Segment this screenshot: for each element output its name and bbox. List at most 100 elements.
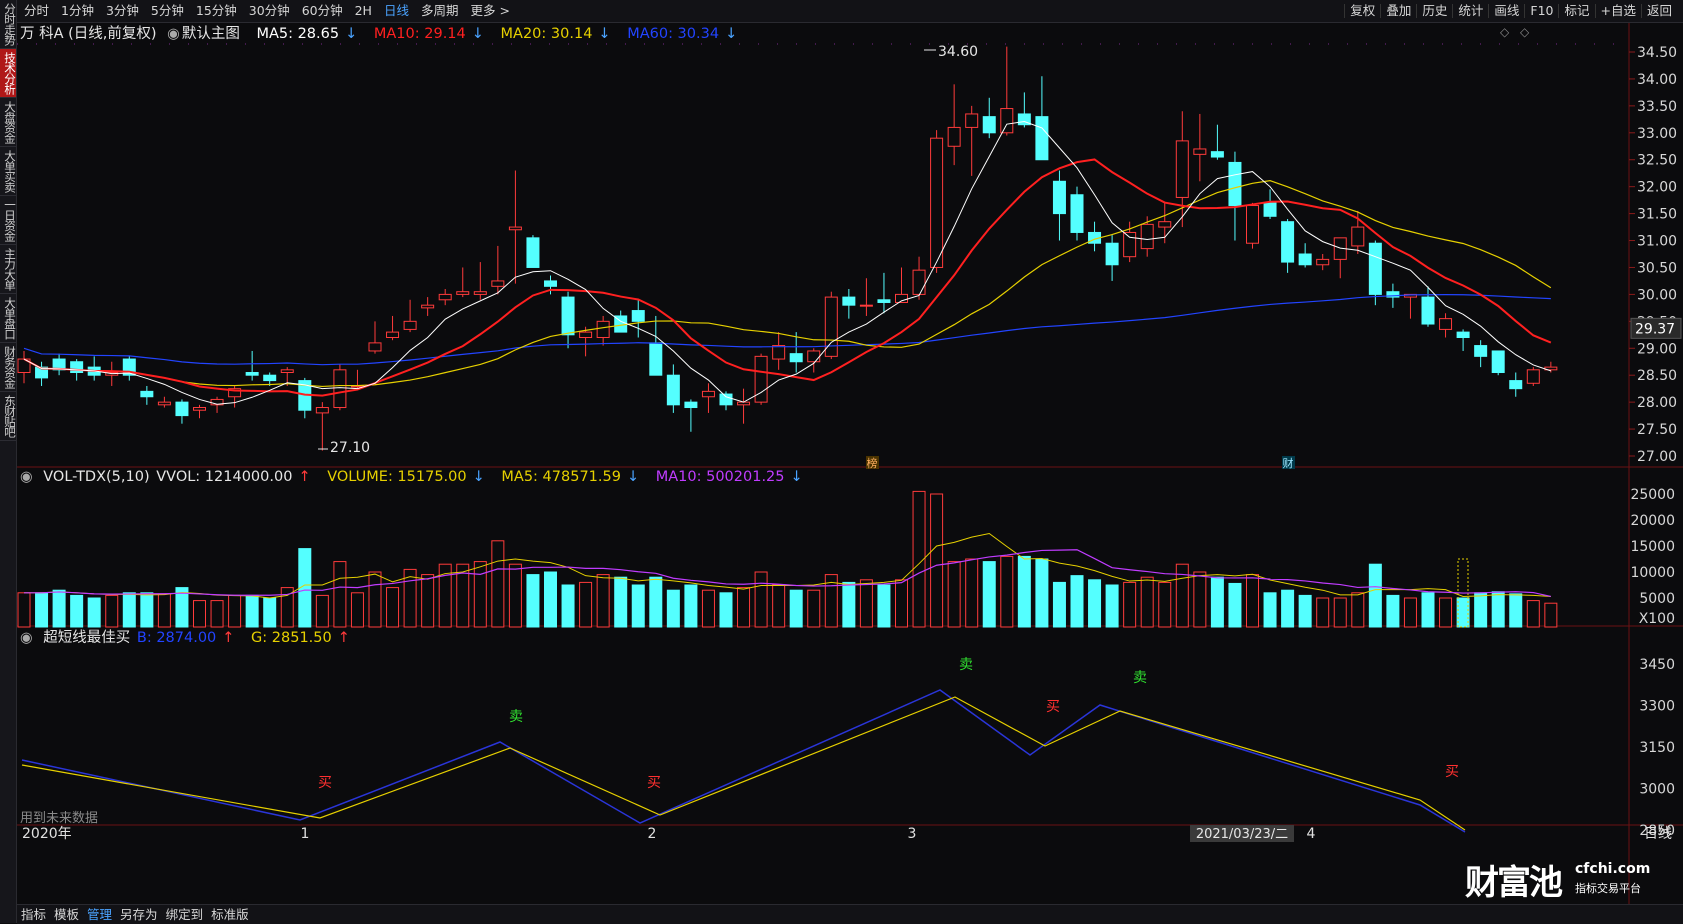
period-tab[interactable]: 30分钟 — [243, 0, 296, 22]
candle-body — [491, 280, 505, 287]
vol-tick-label: 20000 — [1630, 513, 1675, 529]
period-tab[interactable]: 更多 > — [464, 0, 515, 22]
bottom-tab[interactable]: 另存为 — [116, 905, 162, 924]
candle-body — [1158, 221, 1172, 228]
candle-body — [579, 331, 593, 338]
period-tab[interactable]: 15分钟 — [190, 0, 243, 22]
period-tab[interactable]: 1分钟 — [55, 0, 100, 22]
ma10-line — [23, 158, 1552, 397]
volume-bar — [1351, 592, 1365, 628]
toolbar-button[interactable]: 标记 — [1558, 4, 1594, 18]
candle-body — [193, 407, 206, 411]
volume-bar — [754, 571, 768, 628]
volume-bar — [263, 597, 277, 628]
side-tab[interactable]: 技术分析 — [0, 49, 17, 98]
period-tab[interactable]: 多周期 — [415, 0, 465, 22]
toolbar-button[interactable]: 叠加 — [1380, 4, 1416, 18]
period-tab[interactable]: 分时 — [18, 0, 55, 22]
indicator-signal: 卖 — [509, 709, 523, 725]
bottom-tab[interactable]: 管理 — [83, 905, 116, 924]
vol-tick-label: X100 — [1639, 611, 1675, 627]
toolbar-button[interactable]: 统计 — [1452, 4, 1488, 18]
kline-chart[interactable]: 34.50 34.00 33.50 33.00 32.50 32.00 31.50 31.00… — [17, 23, 1683, 904]
volume-bar — [1070, 575, 1084, 628]
candle-body — [912, 269, 926, 295]
toolbar-button[interactable]: 历史 — [1416, 4, 1452, 18]
side-tab[interactable]: 大单买卖 — [0, 147, 17, 196]
volume-bar — [350, 592, 364, 628]
volume-bar — [719, 592, 733, 628]
toolbar-button[interactable]: +自选 — [1594, 4, 1641, 18]
bottom-tab[interactable]: 绑定到 — [162, 905, 208, 924]
volume-bar — [368, 571, 382, 628]
indicator-signal: 卖 — [1133, 670, 1147, 686]
volume-bar — [1421, 592, 1435, 628]
candle-body — [508, 226, 522, 231]
candle-body — [1368, 242, 1382, 295]
volume-bar — [842, 581, 856, 628]
period-tab[interactable]: 3分钟 — [100, 0, 145, 22]
price-tick-label: 28.00 — [1637, 395, 1677, 411]
toolbar-button[interactable]: 画线 — [1488, 4, 1524, 18]
period-tab[interactable]: 5分钟 — [145, 0, 190, 22]
volume-bar — [1193, 571, 1207, 628]
toolbar-button[interactable]: 返回 — [1640, 4, 1677, 18]
volume-bar — [1439, 597, 1453, 628]
candle-body — [1035, 116, 1049, 161]
volume-bar — [1509, 593, 1523, 628]
price-tick-label: 34.00 — [1637, 72, 1677, 88]
side-tab[interactable]: 大盘资金 — [0, 98, 17, 147]
volume-bar — [105, 594, 119, 628]
period-tab[interactable]: 2H — [349, 0, 378, 22]
side-tab[interactable]: 财务资金 — [0, 343, 17, 392]
bottom-tab[interactable]: 标准版 — [207, 905, 253, 924]
bottom-tab[interactable]: 模板 — [50, 905, 83, 924]
price-tick-label: 33.00 — [1637, 126, 1677, 142]
bottom-tab[interactable]: 指标 — [17, 905, 50, 924]
candle-body — [544, 280, 557, 287]
price-tick-label: 27.50 — [1637, 422, 1677, 438]
candle-body — [596, 320, 610, 338]
toolbar-button[interactable]: F10 — [1524, 4, 1558, 18]
volume-bar — [140, 592, 154, 628]
indicator-tick-label: 3450 — [1639, 657, 1675, 673]
candle-body — [1193, 148, 1207, 155]
volume-bar — [35, 592, 49, 628]
volume-bar — [684, 584, 698, 628]
side-tab[interactable]: 东财贴吧 — [0, 392, 17, 441]
side-tab[interactable]: 大单盘口 — [0, 294, 17, 343]
period-tab[interactable]: 日线 — [378, 0, 415, 22]
candle-body — [982, 116, 996, 134]
volume-bar — [1456, 597, 1470, 628]
volume-bar — [1017, 555, 1031, 628]
volume-bar — [544, 571, 557, 628]
volume-bar — [52, 589, 66, 628]
volume-bar — [649, 576, 663, 628]
candle-body — [649, 342, 663, 376]
candle-body — [1316, 258, 1330, 266]
candle-body — [421, 304, 435, 309]
month-label: 4 — [1307, 826, 1316, 842]
logo-site: cfchi.com — [1575, 861, 1651, 877]
vol-ma10-line — [24, 549, 1551, 598]
volume-bar — [1281, 589, 1295, 628]
current-price-label: 29.37 — [1635, 321, 1675, 337]
side-tab[interactable]: 分时走势 — [0, 0, 17, 49]
volume-bar — [877, 584, 891, 628]
candle-body — [403, 320, 417, 330]
candle-body — [1263, 202, 1277, 217]
volume-bar — [17, 592, 31, 628]
indicator-signal: 买 — [647, 775, 661, 791]
side-tab[interactable]: 主力大单 — [0, 245, 17, 294]
side-tab[interactable]: 一日资金 — [0, 196, 17, 245]
indicator-signal: 买 — [1046, 699, 1060, 715]
volume-bar — [228, 594, 242, 628]
logo-tagline: 指标交易平台 — [1575, 882, 1641, 895]
period-tab[interactable]: 60分钟 — [296, 0, 349, 22]
indicator-signal: 卖 — [959, 657, 973, 673]
volume-bar — [1175, 563, 1189, 628]
candle-body — [333, 369, 347, 409]
toolbar-button[interactable]: 复权 — [1344, 4, 1380, 18]
logo-main: 财富池 — [1465, 863, 1563, 903]
candle-body — [807, 350, 821, 363]
